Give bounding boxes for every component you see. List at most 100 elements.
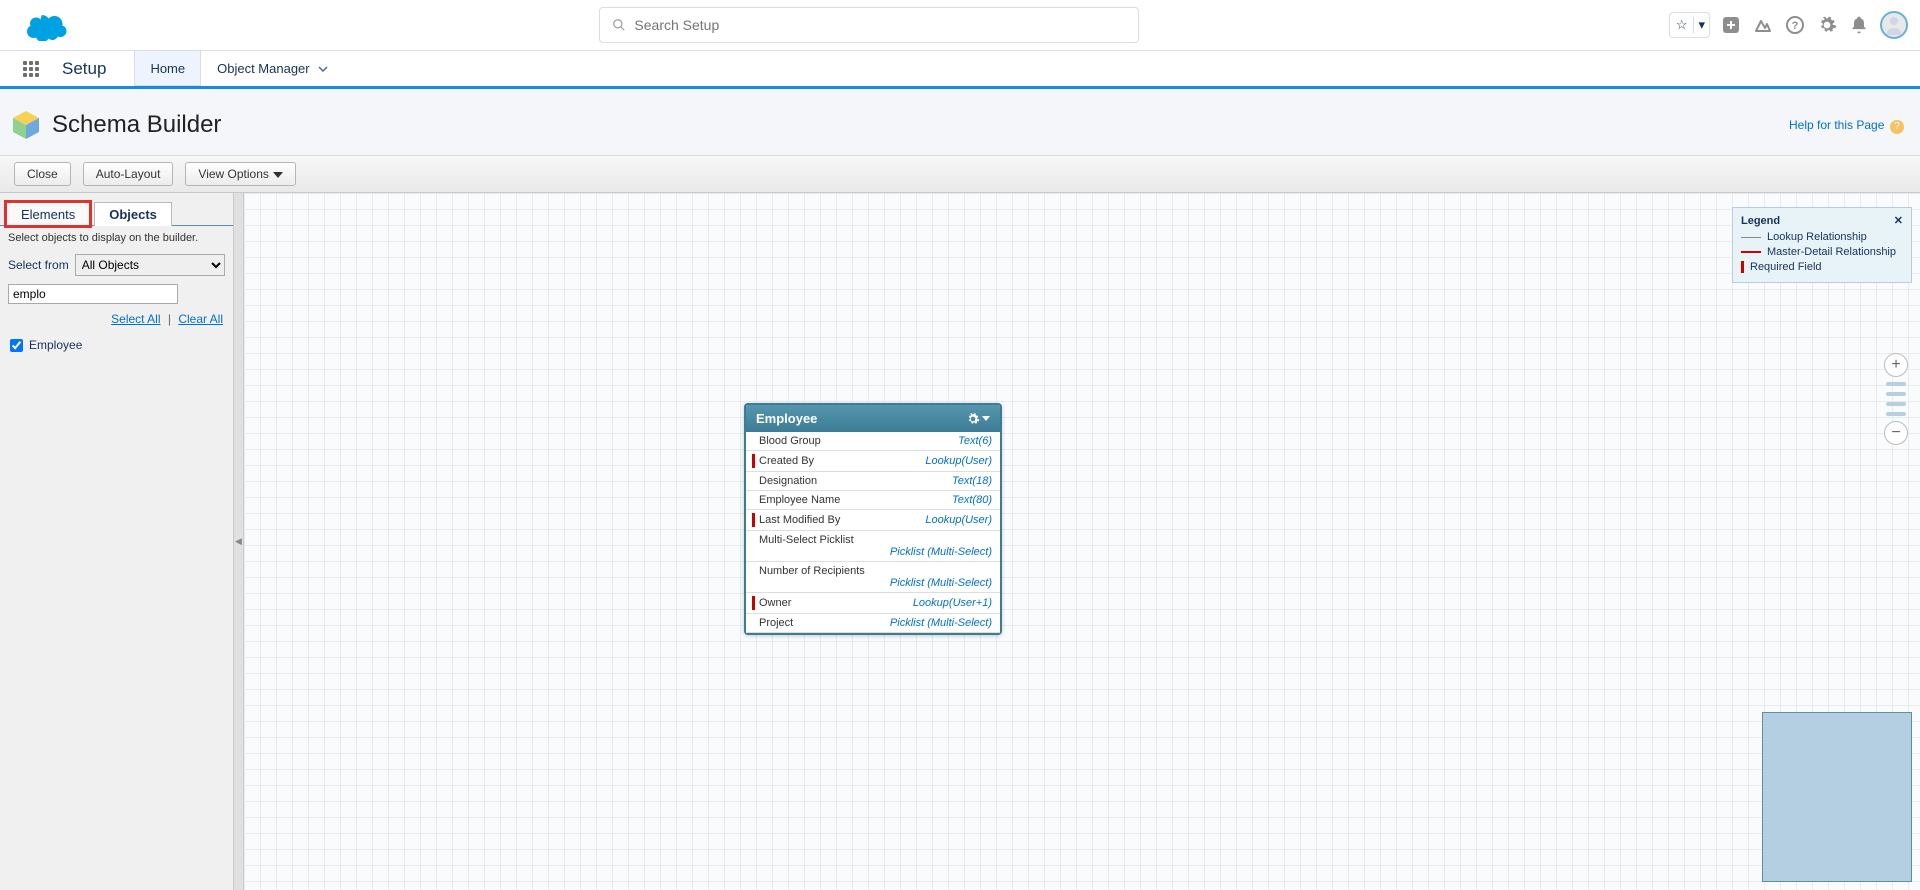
field-type: Lookup(User): [925, 514, 992, 526]
salesforce-logo: [22, 9, 70, 41]
waffle-icon: [23, 61, 39, 77]
field-type: Lookup(User+1): [913, 597, 992, 609]
legend-lookup: Lookup Relationship: [1767, 231, 1867, 243]
field-type: Picklist (Multi-Select): [890, 546, 992, 558]
builder-body: Elements Objects Select objects to displ…: [0, 193, 1920, 890]
bell-icon[interactable]: [1848, 14, 1870, 36]
field-name: Last Modified By: [759, 514, 925, 526]
favorite-dropdown-icon[interactable]: ▾: [1694, 17, 1709, 33]
zoom-level-3[interactable]: [1886, 392, 1906, 396]
trailhead-icon[interactable]: [1752, 14, 1774, 36]
zoom-level-4[interactable]: [1886, 382, 1906, 386]
close-button[interactable]: Close: [14, 162, 71, 186]
field-type: Text(80): [952, 494, 992, 506]
help-link-wrap[interactable]: Help for this Page ?: [1789, 117, 1904, 134]
object-checkbox-employee[interactable]: [10, 339, 23, 352]
search-icon: [612, 18, 626, 32]
legend-master-line: [1741, 251, 1761, 253]
sidebar-instructions: Select objects to display on the builder…: [0, 226, 233, 250]
select-from-dropdown[interactable]: All Objects: [75, 254, 225, 276]
nav-home[interactable]: Home: [134, 51, 201, 86]
view-options-button[interactable]: View Options: [185, 162, 295, 186]
legend-required: Required Field: [1750, 261, 1822, 273]
field-name: Owner: [759, 597, 913, 609]
required-indicator: [752, 454, 755, 468]
object-list: Employee: [0, 330, 233, 360]
field-row[interactable]: Blood GroupText(6): [746, 432, 1000, 451]
auto-layout-button[interactable]: Auto-Layout: [83, 162, 174, 186]
minimap[interactable]: [1762, 712, 1912, 882]
field-row[interactable]: Employee NameText(80): [746, 491, 1000, 510]
field-row[interactable]: DesignationText(18): [746, 472, 1000, 491]
field-name: Number of Recipients: [759, 565, 992, 577]
entity-gear-menu[interactable]: [966, 412, 990, 426]
app-launcher[interactable]: [0, 51, 62, 86]
field-type: Picklist (Multi-Select): [890, 577, 992, 589]
clear-all-link[interactable]: Clear All: [178, 312, 223, 326]
global-search[interactable]: [599, 7, 1139, 43]
field-name: Project: [759, 617, 890, 629]
star-icon: ☆: [1670, 17, 1695, 33]
sidebar-tabs: Elements Objects: [0, 193, 233, 226]
select-all-link[interactable]: Select All: [111, 312, 160, 326]
field-row[interactable]: Number of RecipientsPicklist (Multi-Sele…: [746, 562, 1000, 593]
field-row[interactable]: OwnerLookup(User+1): [746, 593, 1000, 614]
field-type: Text(6): [958, 435, 992, 447]
legend-close-icon[interactable]: ✕: [1894, 214, 1903, 227]
legend-required-bar: [1741, 261, 1744, 273]
chevron-down-icon: [318, 66, 328, 72]
avatar[interactable]: [1880, 11, 1908, 39]
legend-lookup-line: [1741, 237, 1761, 238]
field-name: Designation: [759, 475, 952, 487]
favorite-button[interactable]: ☆ ▾: [1669, 12, 1710, 38]
field-row[interactable]: Created ByLookup(User): [746, 451, 1000, 472]
tab-elements[interactable]: Elements: [6, 202, 90, 226]
field-row[interactable]: ProjectPicklist (Multi-Select): [746, 614, 1000, 633]
app-name: Setup: [62, 51, 134, 86]
zoom-level-1[interactable]: [1886, 412, 1906, 416]
caret-down-icon: [982, 416, 990, 421]
gear-icon[interactable]: [1816, 14, 1838, 36]
search-input[interactable]: [634, 17, 1126, 33]
field-row[interactable]: Multi-Select PicklistPicklist (Multi-Sel…: [746, 531, 1000, 562]
field-row[interactable]: Last Modified ByLookup(User): [746, 510, 1000, 531]
object-item-employee[interactable]: Employee: [10, 338, 223, 352]
entity-header[interactable]: Employee: [746, 405, 1000, 432]
zoom-in-button[interactable]: +: [1884, 353, 1908, 377]
select-clear-links: Select All | Clear All: [0, 308, 233, 330]
field-type: Lookup(User): [925, 455, 992, 467]
help-icon[interactable]: ?: [1784, 14, 1806, 36]
gear-icon: [966, 412, 980, 426]
field-type: Picklist (Multi-Select): [890, 617, 992, 629]
field-name: Multi-Select Picklist: [759, 534, 992, 546]
legend-master-detail: Master-Detail Relationship: [1767, 246, 1896, 258]
object-label: Employee: [29, 338, 82, 352]
tab-objects[interactable]: Objects: [94, 202, 172, 226]
sidebar-collapse-handle[interactable]: ◀: [234, 193, 244, 890]
required-indicator: [752, 513, 755, 527]
builder-toolbar: Close Auto-Layout View Options: [0, 156, 1920, 193]
sidebar: Elements Objects Select objects to displ…: [0, 193, 234, 890]
field-type: Text(18): [952, 475, 992, 487]
add-icon[interactable]: [1720, 14, 1742, 36]
select-from-label: Select from: [8, 258, 69, 272]
required-indicator: [752, 596, 755, 610]
page-header: Schema Builder Help for this Page ?: [0, 89, 1920, 156]
schema-cube-icon: [10, 109, 42, 141]
entity-title: Employee: [756, 411, 817, 426]
header-utilities: ☆ ▾ ?: [1669, 11, 1908, 39]
caret-down-icon: [273, 172, 283, 178]
entity-fields: Blood GroupText(6)Created ByLookup(User)…: [746, 432, 1000, 633]
help-link[interactable]: Help for this Page: [1789, 118, 1884, 132]
entity-employee[interactable]: Employee Blood GroupText(6)Created ByLoo…: [744, 403, 1002, 635]
nav-object-manager[interactable]: Object Manager: [201, 51, 344, 86]
global-header: ☆ ▾ ?: [0, 0, 1920, 51]
zoom-out-button[interactable]: −: [1884, 421, 1908, 445]
filter-input[interactable]: [8, 284, 178, 304]
legend-title: Legend: [1741, 215, 1780, 227]
zoom-level-2[interactable]: [1886, 402, 1906, 406]
help-dot-icon: ?: [1890, 120, 1904, 134]
field-name: Employee Name: [759, 494, 952, 506]
legend: Legend ✕ Lookup Relationship Master-Deta…: [1732, 207, 1912, 283]
canvas[interactable]: Legend ✕ Lookup Relationship Master-Deta…: [244, 193, 1920, 890]
